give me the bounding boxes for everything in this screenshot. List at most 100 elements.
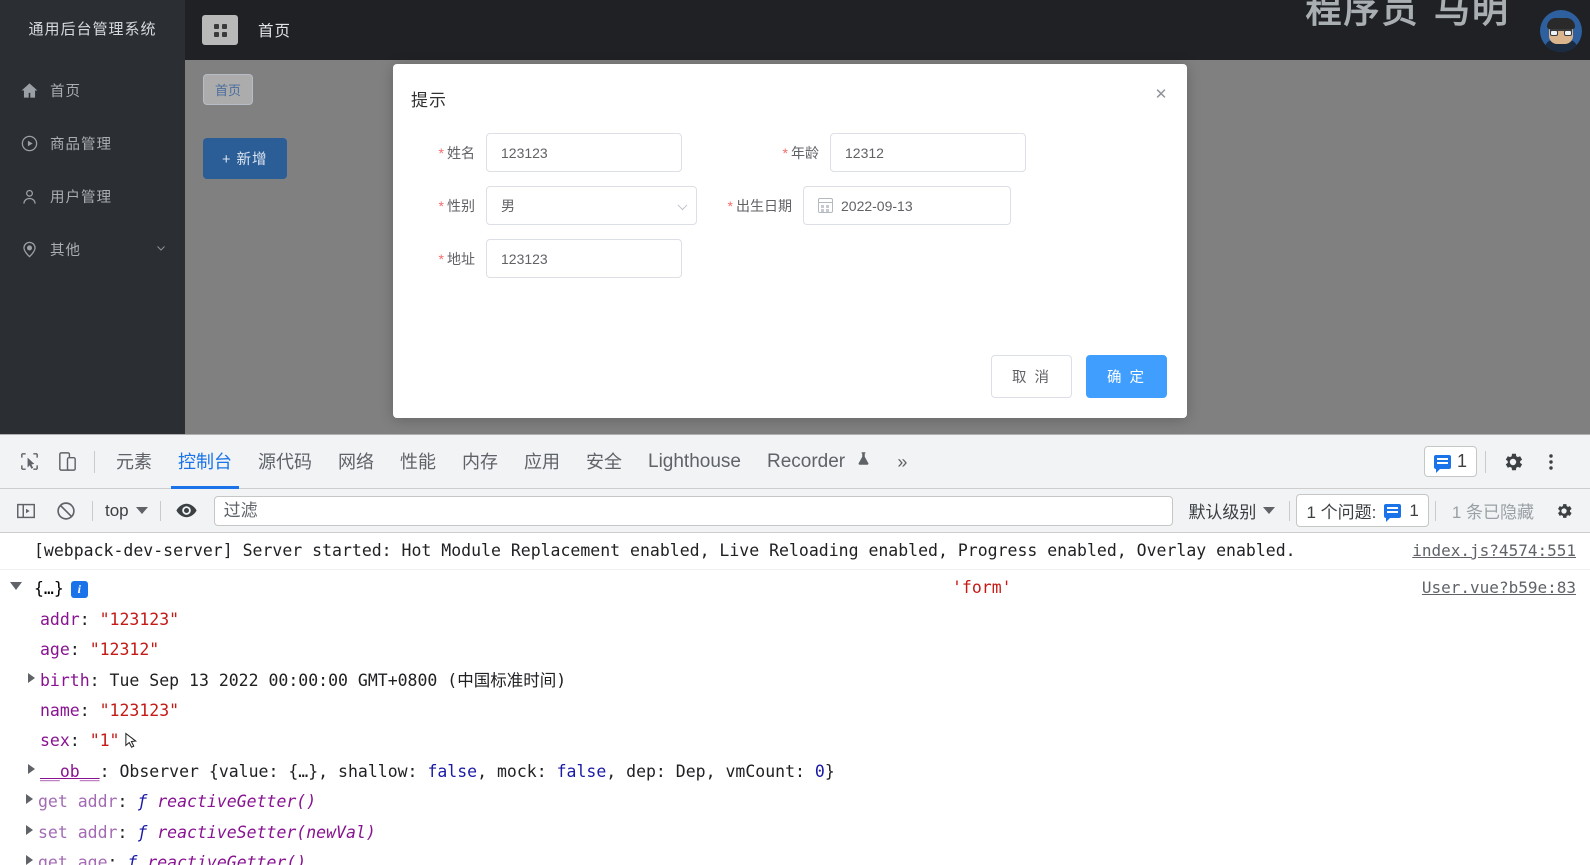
form-item-name: * 姓名 123123: [393, 133, 682, 172]
sidebar-item-label: 商品管理: [50, 137, 112, 153]
expand-triangle-icon[interactable]: [26, 824, 33, 835]
filter-input[interactable]: [213, 495, 1174, 526]
dialog-title: 提示: [411, 91, 447, 110]
object-property: name: "123123": [0, 696, 1590, 726]
tab-performance[interactable]: 性能: [387, 435, 449, 489]
birth-date-picker[interactable]: 2022-09-13: [803, 186, 1011, 225]
kebab-menu-icon[interactable]: [1532, 443, 1570, 481]
birth-date-value: 2022-09-13: [841, 197, 913, 214]
console-output: [webpack-dev-server] Server started: Hot…: [0, 533, 1590, 865]
issues-chip[interactable]: 1: [1423, 446, 1477, 477]
sidebar-item-other[interactable]: 其他: [0, 223, 185, 276]
expand-triangle-icon[interactable]: [26, 794, 33, 805]
age-field[interactable]: 12312: [830, 133, 1026, 172]
console-message-text: [webpack-dev-server] Server started: Hot…: [34, 541, 1296, 560]
accessor-key: get addr: [38, 792, 118, 812]
required-marker: *: [438, 250, 444, 267]
divider: [92, 500, 93, 521]
tab-recorder[interactable]: Recorder: [754, 435, 884, 489]
add-button[interactable]: + 新增: [203, 138, 287, 179]
context-selector[interactable]: top: [99, 501, 154, 521]
object-property: addr: "123123": [0, 605, 1590, 635]
label-text: 出生日期: [736, 197, 792, 214]
clear-console-icon[interactable]: [46, 491, 86, 531]
property-key: __ob__: [40, 761, 100, 781]
sidebar-item-home[interactable]: 首页: [0, 64, 185, 117]
sidebar-item-label: 其他: [50, 243, 81, 259]
expand-triangle-icon[interactable]: [26, 854, 33, 865]
location-pin-icon: [18, 239, 40, 261]
expand-triangle-icon[interactable]: [28, 763, 35, 774]
dialog-body: * 姓名 123123 * 年龄 12312 * 性别 男 * 出生日期 202…: [393, 111, 1187, 278]
ob-vmcount: 0: [814, 761, 825, 781]
sidebar-menu: 首页 商品管理 用户管理 其他: [0, 60, 185, 276]
form-row: * 地址 123123: [393, 239, 1167, 278]
gender-select[interactable]: 男: [486, 186, 697, 225]
property-sep: :: [79, 609, 100, 629]
settings-icon[interactable]: [1544, 491, 1584, 531]
avatar[interactable]: [1540, 10, 1582, 52]
object-brace: {…}: [34, 579, 64, 599]
expand-triangle-icon[interactable]: [10, 582, 22, 591]
issues-label: 1 个问题:: [1306, 503, 1377, 522]
tab-console[interactable]: 控制台: [165, 435, 245, 489]
device-toolbar-icon[interactable]: [48, 443, 86, 481]
sidebar-item-products[interactable]: 商品管理: [0, 117, 185, 170]
tab-lighthouse[interactable]: Lighthouse: [635, 435, 754, 489]
dialog-footer: 取 消 确 定: [990, 355, 1167, 398]
object-accessor: get addr: ƒ reactiveGetter(): [0, 787, 1590, 817]
tab-elements[interactable]: 元素: [103, 435, 165, 489]
expand-triangle-icon[interactable]: [28, 672, 35, 683]
inspect-element-icon[interactable]: [10, 443, 48, 481]
console-sidebar-icon[interactable]: [6, 491, 46, 531]
accessor-fn-name: reactiveGetter(): [147, 852, 307, 865]
console-source-link[interactable]: index.js?4574:551: [1412, 538, 1576, 564]
message-icon: [1384, 503, 1402, 522]
property-value: "123123": [99, 609, 180, 629]
object-summary[interactable]: {…} i: [34, 576, 1582, 602]
ob-prefix: : Observer {value: {…}, shallow:: [99, 761, 428, 781]
console-object-group: {…} i 'form' User.vue?b59e:83: [0, 570, 1590, 604]
accessor-value: ƒ reactiveGetter(): [137, 792, 317, 812]
message-icon: [1433, 454, 1451, 473]
form-label: * 姓名: [393, 143, 486, 163]
grid-icon[interactable]: [202, 15, 238, 45]
user-icon: [18, 186, 40, 208]
console-filter-bar: top 默认级别 1 个问题: 1 1 条已隐藏: [0, 489, 1590, 533]
sidebar-title: 通用后台管理系统: [28, 21, 157, 38]
issues-button[interactable]: 1 个问题: 1: [1296, 494, 1429, 527]
accessor-fn-name: reactiveSetter(newVal): [157, 822, 376, 842]
ob-false-2: false: [556, 761, 607, 781]
tab-memory[interactable]: 内存: [449, 435, 511, 489]
divider: [94, 450, 95, 473]
name-field[interactable]: 123123: [486, 133, 682, 172]
cancel-button[interactable]: 取 消: [990, 355, 1072, 398]
tab-application[interactable]: 应用: [511, 435, 573, 489]
console-source-link[interactable]: User.vue?b59e:83: [1422, 575, 1576, 601]
gear-icon[interactable]: [1494, 443, 1532, 481]
context-label: top: [105, 500, 129, 520]
hidden-messages-note: 1 条已隐藏: [1451, 503, 1534, 522]
object-property: sex: "1": [0, 726, 1590, 756]
live-expression-icon[interactable]: [167, 491, 207, 531]
breadcrumb[interactable]: 首页: [203, 74, 254, 105]
more-tabs-icon[interactable]: »: [884, 435, 920, 489]
confirm-button[interactable]: 确 定: [1085, 355, 1167, 398]
object-accessor: get age: ƒ reactiveGetter(): [0, 848, 1590, 865]
calendar-icon: [818, 198, 833, 213]
issues-count: 1: [1409, 500, 1419, 520]
close-icon[interactable]: ✕: [1151, 85, 1171, 105]
tab-network[interactable]: 网络: [325, 435, 387, 489]
log-level-selector[interactable]: 默认级别: [1180, 498, 1283, 523]
property-key: addr: [40, 609, 80, 629]
property-key: sex: [40, 731, 70, 751]
address-field[interactable]: 123123: [486, 239, 682, 278]
label-text: 地址: [447, 250, 475, 267]
ob-end: }: [824, 761, 835, 781]
tab-sources[interactable]: 源代码: [245, 435, 325, 489]
sidebar-item-users[interactable]: 用户管理: [0, 170, 185, 223]
topbar: 首页 程序员 马明: [185, 0, 1590, 60]
play-circle-icon: [18, 133, 40, 155]
tab-security[interactable]: 安全: [573, 435, 635, 489]
property-sep: :: [69, 640, 90, 660]
